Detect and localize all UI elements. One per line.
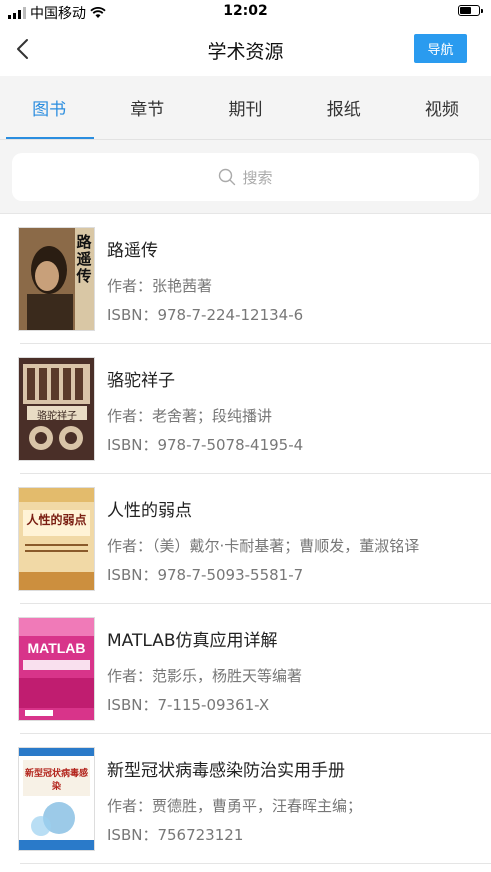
book-cover: 新型冠状病毒感染 [19,748,94,850]
tab-books[interactable]: 图书 [0,76,98,139]
status-bar: 中国移动 12:02 [0,0,491,24]
cover-title-text: MATLAB [27,640,86,656]
isbn-label: ISBN： [107,696,158,714]
book-isbn: ISBN：756723121 [107,824,243,845]
tab-chapters[interactable]: 章节 [98,76,196,139]
cover-title-text: 骆驼祥子 [37,411,77,422]
cover-title-text: 路遥传 [76,233,92,285]
book-title: MATLAB仿真应用详解 [107,631,278,651]
book-cover: MATLAB [19,618,94,720]
divider [20,863,491,864]
search-area: 搜索 [0,140,491,214]
author-value: 贾德胜，曹勇平，汪春晖主编； [152,797,363,815]
book-author: 作者：范影乐，杨胜天等编著 [107,665,302,686]
book-author: 作者：张艳茜著 [107,275,212,296]
book-isbn: ISBN：978-7-5093-5581-7 [107,564,303,585]
status-time: 12:02 [223,3,268,19]
list-item[interactable]: 人性的弱点 人性的弱点 作者：（美）戴尔·卡耐基著；曹顺发，董淑铭译 ISBN：… [0,474,491,604]
book-cover: 骆驼祥子 [19,358,94,460]
isbn-label: ISBN： [107,566,158,584]
book-isbn: ISBN：978-7-5078-4195-4 [107,434,303,455]
category-tabs: 图书 章节 期刊 报纸 视频 [0,76,491,140]
book-cover: 人性的弱点 [19,488,94,590]
isbn-label: ISBN： [107,436,158,454]
cover-title-text: 新型冠状病毒感染 [24,769,88,792]
book-list: 路遥传 路遥传 作者：张艳茜著 ISBN：978-7-224-12134-6 骆… [0,214,491,864]
author-label: 作者： [107,797,153,815]
list-item[interactable]: 新型冠状病毒感染 新型冠状病毒感染防治实用手册 作者：贾德胜，曹勇平，汪春晖主编… [0,734,491,864]
guide-button[interactable]: 导航 [414,34,467,63]
author-label: 作者： [107,667,153,685]
book-author: 作者：贾德胜，曹勇平，汪春晖主编； [107,795,362,816]
book-cover: 路遥传 [19,228,94,330]
author-value: 老舍著；段纯播讲 [152,407,273,425]
list-item[interactable]: 路遥传 路遥传 作者：张艳茜著 ISBN：978-7-224-12134-6 [0,214,491,344]
author-label: 作者： [107,537,153,555]
book-title: 路遥传 [107,241,158,261]
author-label: 作者： [107,407,153,425]
tab-journals[interactable]: 期刊 [196,76,294,139]
book-isbn: ISBN：978-7-224-12134-6 [107,304,303,325]
isbn-value: 756723121 [157,826,244,844]
isbn-value: 978-7-224-12134-6 [157,306,304,324]
author-value: （美）戴尔·卡耐基著；曹顺发，董淑铭译 [152,537,420,555]
book-author: 作者：老舍著；段纯播讲 [107,405,272,426]
cover-title-text: 人性的弱点 [26,513,87,527]
book-title: 骆驼祥子 [107,371,175,391]
isbn-value: 7-115-09361-X [157,696,270,714]
isbn-label: ISBN： [107,306,158,324]
list-item[interactable]: 骆驼祥子 骆驼祥子 作者：老舍著；段纯播讲 ISBN：978-7-5078-41… [0,344,491,474]
search-placeholder: 搜索 [242,168,273,187]
isbn-value: 978-7-5078-4195-4 [157,436,304,454]
tab-videos[interactable]: 视频 [393,76,491,139]
isbn-value: 978-7-5093-5581-7 [157,566,304,584]
author-value: 范影乐，杨胜天等编著 [152,667,303,685]
book-title: 新型冠状病毒感染防治实用手册 [107,761,345,781]
tab-newspapers[interactable]: 报纸 [295,76,393,139]
search-icon [219,168,236,186]
list-item[interactable]: MATLAB MATLAB仿真应用详解 作者：范影乐，杨胜天等编著 ISBN：7… [0,604,491,734]
author-label: 作者： [107,277,153,295]
author-value: 张艳茜著 [152,277,213,295]
battery-icon [458,5,483,16]
isbn-label: ISBN： [107,826,158,844]
book-isbn: ISBN：7-115-09361-X [107,694,269,715]
book-author: 作者：（美）戴尔·卡耐基著；曹顺发，董淑铭译 [107,535,419,556]
search-input[interactable]: 搜索 [12,153,479,201]
book-title: 人性的弱点 [107,501,192,521]
nav-bar: 学术资源 导航 [0,24,491,76]
